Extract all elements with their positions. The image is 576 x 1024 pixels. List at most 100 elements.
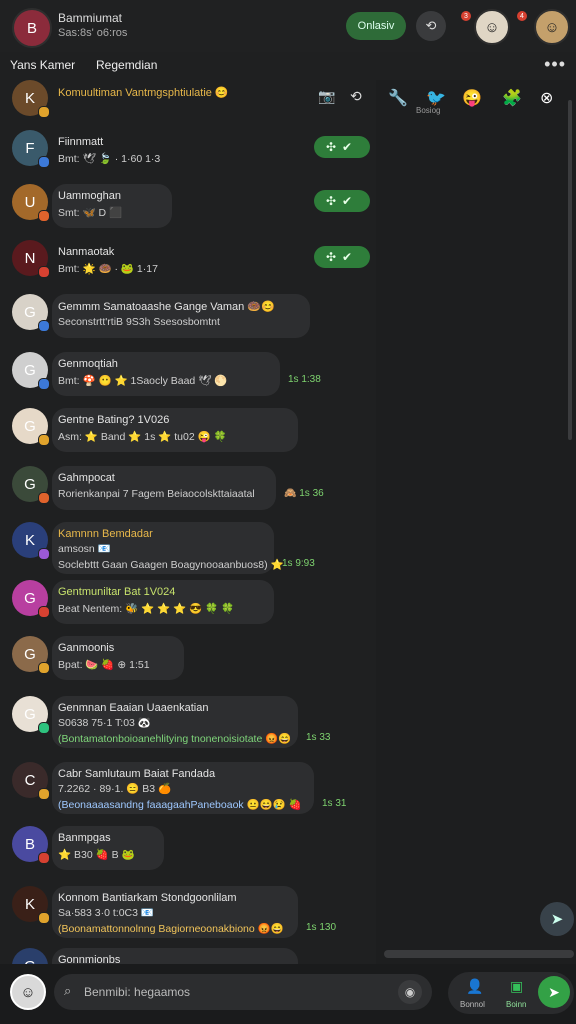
contact-avatar[interactable]: G xyxy=(12,948,48,964)
message-preview: Bpat: 🍉 🍓 ⊕ 1:51 xyxy=(58,659,150,671)
chat-list: K Komuultiman Vantmgsphtiulatie 😊 📷 ⟲ F Fiinn… xyxy=(0,80,376,964)
contact-name: Genmnan Eaaian Uaaenkatian xyxy=(58,702,209,714)
status-badge xyxy=(38,788,50,800)
chat-row[interactable]: G Genmoqtiah Bmt: 🍄 😶 ⭐ 1Saocly Baad 🕊 🌕 1s… xyxy=(0,346,376,402)
chat-icon[interactable]: ▣ xyxy=(510,978,523,995)
action-label-right: Boinn xyxy=(506,1000,527,1009)
message-time: 1s 1:38 xyxy=(288,374,321,385)
chat-title: Bammiumat xyxy=(58,11,123,25)
message-time: 1s 31 xyxy=(322,798,347,809)
panel-toolbar: 🔧 🐦 😜 🧩 ⊗ xyxy=(376,80,576,120)
status-badge xyxy=(38,266,50,278)
chat-row[interactable]: G Gentne Bating? 1V026 Asm: ⭐ Band ⭐ 1s ⭐ … xyxy=(0,402,376,458)
contact-name: Gemmm Samatoaashe Gange Vaman 🍩😊 xyxy=(58,301,275,313)
message-preview: Seconstrtt'rtiB 9S3h Ssesosbomtnt xyxy=(58,316,220,328)
message-input[interactable]: ⌕ Benmibi: hegaamos ◉ xyxy=(54,974,432,1010)
horizontal-scrollbar[interactable] xyxy=(384,950,574,958)
contact-name: Genmoqtiah xyxy=(58,358,118,370)
message-preview: (Bontamatonboioanehlitying tnonenoisiota… xyxy=(58,733,292,745)
tab-primary[interactable]: Yans Kamer xyxy=(10,58,75,72)
composer-avatar[interactable]: ☺ xyxy=(10,974,46,1010)
person-icon[interactable]: 👤 xyxy=(466,978,483,995)
emoji-icon[interactable]: 😜 xyxy=(462,88,482,108)
message-preview: Beat Nentem: 🐝 ⭐ ⭐ ⭐ 😎 🍀 🍀 xyxy=(58,603,235,615)
chat-row[interactable]: N Nanmaotak Bmt: 🌟 🍩 · 🐸 1·17 ✣✔ xyxy=(0,234,376,290)
chat-row[interactable]: G Gahmpocat Rorienkanpai 7 Fagem Beiaocols… xyxy=(0,460,376,516)
contact-name: Konnom Bantiarkam Stondgoonlilam xyxy=(58,892,237,904)
chat-row[interactable]: G Gemmm Samatoaashe Gange Vaman 🍩😊 Seconst… xyxy=(0,288,376,344)
tool-icon[interactable]: 🔧 xyxy=(388,88,408,108)
bird-icon[interactable]: 🐦 xyxy=(426,88,446,108)
profile-avatar[interactable]: B xyxy=(12,8,52,48)
status-badge xyxy=(38,852,50,864)
status-badge xyxy=(38,106,50,118)
camera-icon[interactable]: 📷 xyxy=(318,88,335,105)
send-icon[interactable]: ➤ xyxy=(538,976,570,1008)
message-time: 🙈 1s 36 xyxy=(284,488,324,499)
top-bar: B Bammiumat Sas:8s' o6:ros Onlasiv ⟲ ☺ 3… xyxy=(0,0,576,52)
message-preview: Bmt: 🍄 😶 ⭐ 1Saocly Baad 🕊 🌕 xyxy=(58,375,228,387)
scrollbar[interactable] xyxy=(568,100,572,440)
search-icon: ⌕ xyxy=(64,983,72,998)
puzzle-icon[interactable]: 🧩 xyxy=(502,88,522,108)
status-badge xyxy=(38,492,50,504)
message-meta: 7.2262 · 89·1. 😑 B3 🍊 xyxy=(58,783,172,795)
mic-icon[interactable]: ◉ xyxy=(398,980,422,1004)
action-label-left: Bonnol xyxy=(460,1000,485,1009)
message-time: 1s 33 xyxy=(306,732,331,743)
chat-row[interactable]: K Konnom Bantiarkam Stondgoonlilam Sa·583 … xyxy=(0,880,376,938)
status-badge xyxy=(38,606,50,618)
chat-subtitle: Sas:8s' o6:ros xyxy=(58,27,128,39)
more-options-icon[interactable]: ••• xyxy=(544,54,566,75)
accept-button[interactable]: ✣✔ xyxy=(314,136,370,158)
contact-avatar-1[interactable]: ☺ xyxy=(474,9,510,45)
notification-badge-2: 4 xyxy=(517,11,527,21)
scroll-down-icon[interactable]: ➤ xyxy=(540,902,574,936)
message-time: 1s 9:93 xyxy=(282,558,315,569)
contact-name: Komuultiman Vantmgsphtiulatie 😊 xyxy=(58,87,229,99)
notification-badge-1: 3 xyxy=(461,11,471,21)
contact-name: Nanmaotak xyxy=(58,246,115,258)
chat-row[interactable]: F Fiinnmatt Bmt: 🕊 🍃 · 1·60 1·3 ✣✔ xyxy=(0,124,376,180)
message-preview: (Boonamattonnolnng Bagiorneoonakbiono 😡😄 xyxy=(58,923,284,935)
tab-secondary[interactable]: Regemdian xyxy=(96,58,157,72)
chat-row[interactable]: G Gentmuniltar Bat 1V024 Beat Nentem: 🐝 ⭐ … xyxy=(0,574,376,630)
chat-row[interactable]: C Cabr Samlutaum Baiat Fandada 7.2262 · 89… xyxy=(0,756,376,814)
contact-name: Gahmpocat xyxy=(58,472,115,484)
contact-name: Gentmuniltar Bat 1V024 xyxy=(58,586,176,598)
status-badge xyxy=(38,320,50,332)
sync-icon[interactable]: ⟲ xyxy=(350,88,362,105)
message-placeholder: Benmibi: hegaamos xyxy=(84,985,191,999)
status-badge xyxy=(38,434,50,446)
message-preview: Smt: 🦋 D ⬛ xyxy=(58,207,123,219)
accept-button[interactable]: ✣✔ xyxy=(314,190,370,212)
refresh-icon[interactable]: ⟲ xyxy=(416,11,446,41)
chat-row[interactable]: G Genmnan Eaaian Uaaenkatian S0638 75·1 T:… xyxy=(0,690,376,748)
status-badge xyxy=(38,156,50,168)
message-preview: Soclebttt Gaan Gaagen Boagynooaanbuos8) … xyxy=(58,559,284,571)
message-preview: Asm: ⭐ Band ⭐ 1s ⭐ tu02 😜 🍀 xyxy=(58,431,227,443)
accept-button[interactable]: ✣✔ xyxy=(314,246,370,268)
status-badge xyxy=(38,912,50,924)
message-time: 1s 130 xyxy=(306,922,337,933)
contact-name: Uammoghan xyxy=(58,190,121,202)
online-button[interactable]: Onlasiv xyxy=(346,12,406,40)
contact-name: Gentne Bating? 1V026 xyxy=(58,414,170,426)
status-badge xyxy=(38,210,50,222)
status-badge xyxy=(38,378,50,390)
contact-avatar-2[interactable]: ☺ xyxy=(534,9,570,45)
close-icon[interactable]: ⊗ xyxy=(540,88,553,108)
contact-name: Ganmoonis xyxy=(58,642,115,654)
chat-row[interactable]: G Gonnmionbs xyxy=(0,942,376,964)
chat-row[interactable]: U Uammoghan Smt: 🦋 D ⬛ ✣✔ xyxy=(0,178,376,234)
chat-row[interactable]: B Banmpgas ⭐ B30 🍓 B 🐸 xyxy=(0,820,376,876)
contact-name: Fiinnmatt xyxy=(58,136,104,148)
contact-name: Gonnmionbs xyxy=(58,954,121,964)
panel-label: Bosiog xyxy=(416,106,441,115)
message-preview: (Beonaaaasandng faaagaahPaneboaok 😐😄😢 🍓 xyxy=(58,799,302,811)
message-preview: Bmt: 🕊 🍃 · 1·60 1·3 xyxy=(58,153,161,165)
contact-name: Cabr Samlutaum Baiat Fandada xyxy=(58,768,216,780)
chat-row[interactable]: G Ganmoonis Bpat: 🍉 🍓 ⊕ 1:51 xyxy=(0,630,376,686)
status-badge xyxy=(38,722,50,734)
chat-row[interactable]: K Kamnnn Bemdadar amsosn 📧 Soclebttt Gaan G… xyxy=(0,516,376,574)
